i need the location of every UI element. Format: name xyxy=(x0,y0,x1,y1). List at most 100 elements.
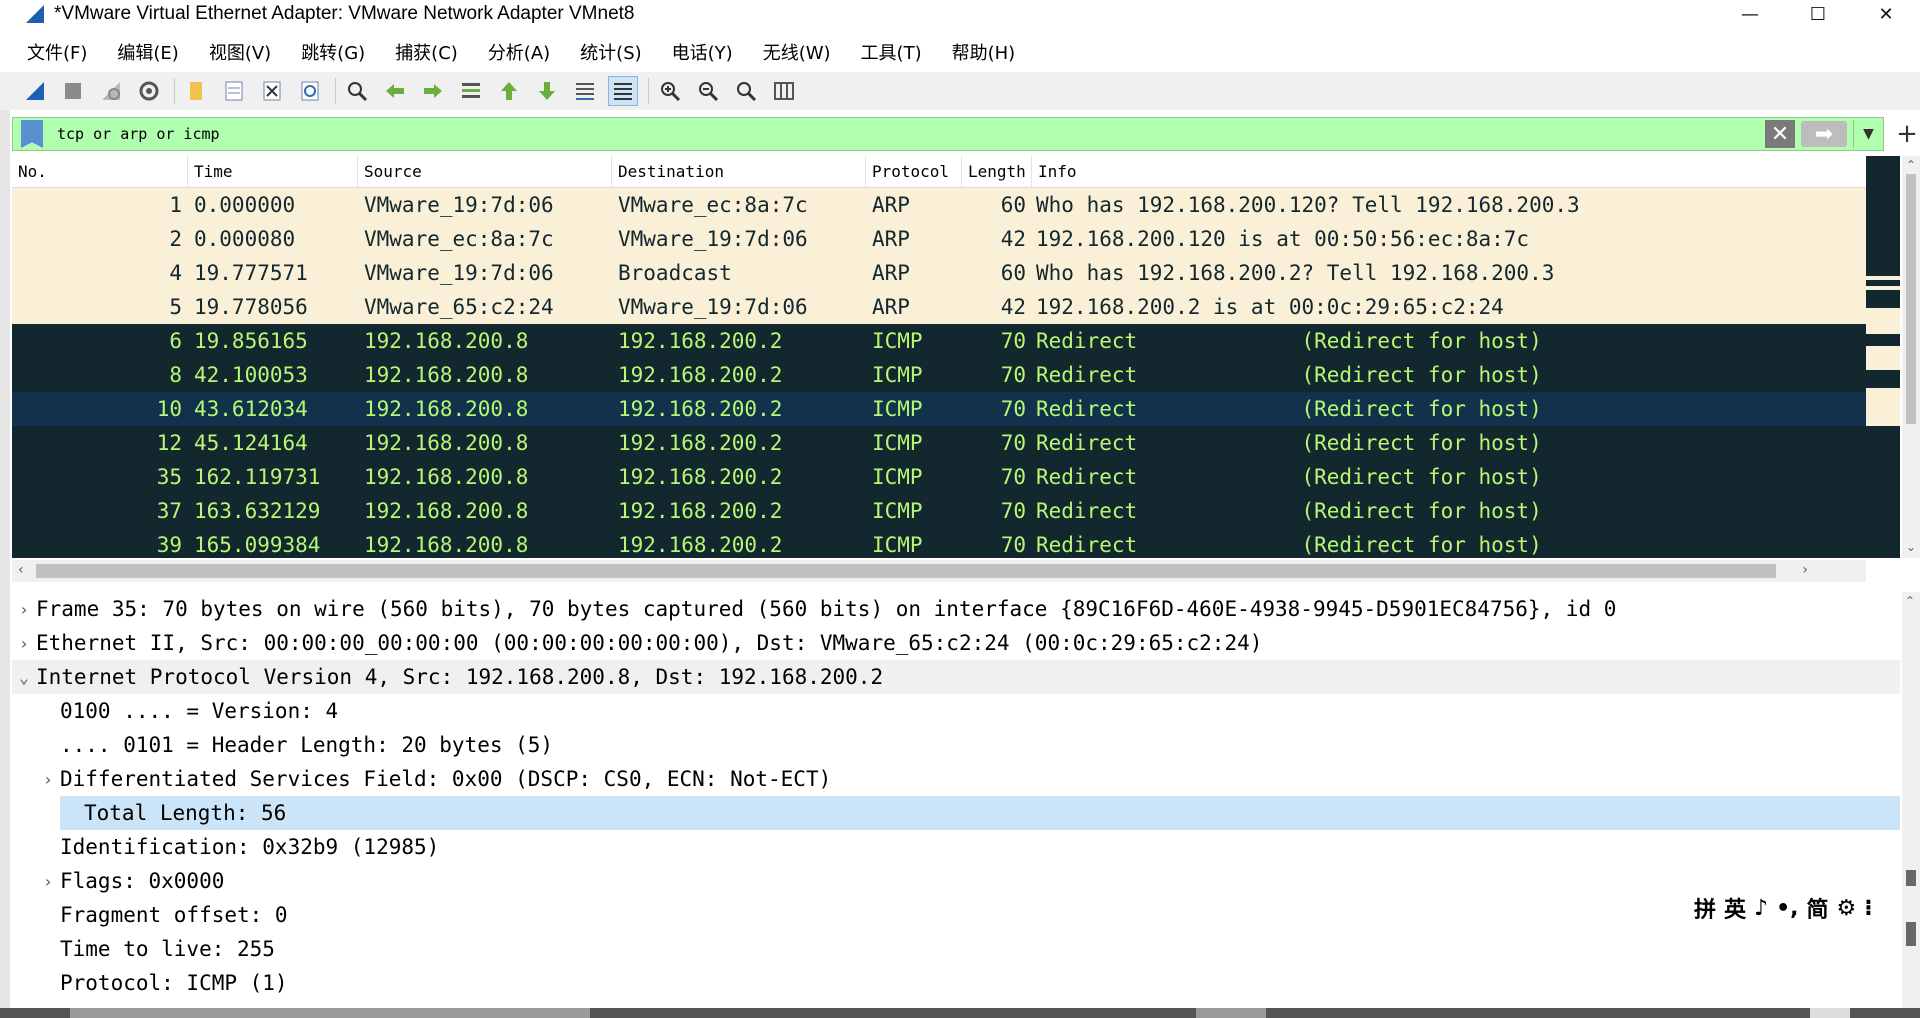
go-back-button[interactable] xyxy=(380,76,410,106)
packet-row[interactable]: 37 163.632129 192.168.200.8 192.168.200.2 IC… xyxy=(12,494,1866,528)
packet-row[interactable]: 10 43.612034 192.168.200.8 192.168.200.2 ICM… xyxy=(12,392,1866,426)
chevron-right-icon[interactable]: › xyxy=(12,600,36,619)
go-to-packet-button[interactable] xyxy=(456,76,486,106)
zoom-in-button[interactable] xyxy=(655,76,685,106)
column-header-protocol[interactable]: Protocol xyxy=(866,156,962,188)
apply-filter-button[interactable]: ➡ xyxy=(1801,121,1847,147)
scrollbar-thumb[interactable] xyxy=(1906,870,1916,886)
detail-row[interactable]: 0100 .... = Version: 4 xyxy=(12,694,1900,728)
packet-row[interactable]: 4 19.777571 VMware_19:7d:06 Broadcast ARP 60 W… xyxy=(12,256,1866,290)
last-packet-button[interactable] xyxy=(532,76,562,106)
menu-edit[interactable]: 编辑(E) xyxy=(117,39,178,65)
column-header-info[interactable]: Info xyxy=(1032,156,1866,188)
packet-list-vertical-scrollbar[interactable]: ⌃ ⌄ xyxy=(1902,156,1920,558)
ime-pinyin-icon[interactable]: 拼 xyxy=(1694,892,1716,924)
status-segment xyxy=(1810,1008,1850,1018)
detail-row[interactable]: Protocol: ICMP (1) xyxy=(12,966,1900,1000)
zoom-out-button[interactable] xyxy=(693,76,723,106)
ime-moon-icon[interactable]: ♪ xyxy=(1754,896,1768,921)
scroll-up-icon[interactable]: ⌃ xyxy=(1902,158,1920,174)
restart-capture-button[interactable] xyxy=(96,76,126,106)
packet-row[interactable]: 2 0.000080 VMware_ec:8a:7c VMware_19:7d:06 A… xyxy=(12,222,1866,256)
open-file-button[interactable] xyxy=(181,76,211,106)
column-header-no[interactable]: No. xyxy=(12,156,188,188)
menu-statistics[interactable]: 统计(S) xyxy=(580,39,641,65)
packet-row[interactable]: 6 19.856165 192.168.200.8 192.168.200.2 ICMP… xyxy=(12,324,1866,358)
scroll-left-icon[interactable]: ‹ xyxy=(18,562,24,578)
chevron-down-icon[interactable]: ⌄ xyxy=(12,668,36,687)
ime-punctuation-icon[interactable]: •, xyxy=(1776,896,1798,921)
close-button[interactable]: ✕ xyxy=(1852,0,1920,28)
column-header-destination[interactable]: Destination xyxy=(612,156,866,188)
menu-wireless[interactable]: 无线(W) xyxy=(763,39,831,65)
add-filter-button[interactable]: + xyxy=(1894,117,1920,151)
detail-row[interactable]: › Frame 35: 70 bytes on wire (560 bits), … xyxy=(12,592,1900,626)
chevron-right-icon[interactable]: › xyxy=(12,634,36,653)
packet-list-horizontal-scrollbar[interactable]: ‹ › xyxy=(12,560,1866,582)
capture-options-button[interactable] xyxy=(134,76,164,106)
first-packet-button[interactable] xyxy=(494,76,524,106)
detail-row[interactable]: Identification: 0x32b9 (12985) xyxy=(12,830,1900,864)
maximize-button[interactable]: ☐ xyxy=(1784,0,1852,28)
autoscroll-button[interactable] xyxy=(570,76,600,106)
detail-row[interactable]: .... 0101 = Header Length: 20 bytes (5) xyxy=(12,728,1900,762)
detail-row[interactable]: › Differentiated Services Field: 0x00 (DS… xyxy=(12,762,1900,796)
packet-row[interactable]: 8 42.100053 192.168.200.8 192.168.200.2 ICMP… xyxy=(12,358,1866,392)
packet-list-minimap[interactable] xyxy=(1866,156,1900,558)
packet-row[interactable]: 12 45.124164 192.168.200.8 192.168.200.2 ICM… xyxy=(12,426,1866,460)
start-capture-button[interactable] xyxy=(20,76,50,106)
go-forward-button[interactable] xyxy=(418,76,448,106)
ime-settings-icon[interactable]: ⚙ xyxy=(1837,896,1857,921)
colorize-lines-icon xyxy=(614,83,632,100)
column-header-time[interactable]: Time xyxy=(188,156,358,188)
ime-english-icon[interactable]: 英 xyxy=(1724,892,1746,924)
filter-bookmark-icon[interactable] xyxy=(21,120,43,148)
detail-row[interactable]: Time to live: 255 xyxy=(12,932,1900,966)
menu-go[interactable]: 跳转(G) xyxy=(301,39,365,65)
resize-columns-button[interactable] xyxy=(769,76,799,106)
scroll-up-icon[interactable]: ⌃ xyxy=(1905,594,1915,608)
minimize-button[interactable]: — xyxy=(1716,0,1784,28)
detail-row[interactable]: Fragment offset: 0 xyxy=(12,898,1900,932)
column-header-source[interactable]: Source xyxy=(358,156,612,188)
packet-row[interactable]: 39 165.099384 192.168.200.8 192.168.200.2 IC… xyxy=(12,528,1866,558)
display-filter-input[interactable]: tcp or arp or icmp xyxy=(57,125,1765,143)
details-vertical-scrollbar[interactable]: ⌃ xyxy=(1902,592,1920,1012)
filter-history-dropdown[interactable]: ▼ xyxy=(1853,120,1883,148)
scrollbar-thumb[interactable] xyxy=(36,564,1776,578)
detail-row[interactable]: ⌄ Internet Protocol Version 4, Src: 192.1… xyxy=(12,660,1900,694)
menu-capture[interactable]: 捕获(C) xyxy=(395,39,458,65)
scroll-right-icon[interactable]: › xyxy=(1802,562,1808,578)
ime-more-icon[interactable]: ⁝ xyxy=(1864,896,1872,921)
detail-row[interactable]: › Ethernet II, Src: 00:00:00_00:00:00 (00… xyxy=(12,626,1900,660)
scrollbar-thumb[interactable] xyxy=(1906,922,1916,946)
stop-capture-button[interactable] xyxy=(58,76,88,106)
reload-file-button[interactable] xyxy=(295,76,325,106)
menu-telephony[interactable]: 电话(Y) xyxy=(672,39,733,65)
colorize-button[interactable] xyxy=(608,76,638,106)
packet-row[interactable]: 1 0.000000 VMware_19:7d:06 VMware_ec:8a:7c A… xyxy=(12,188,1866,222)
reload-icon xyxy=(301,81,319,101)
packet-row[interactable]: 5 19.778056 VMware_65:c2:24 VMware_19:7d:06… xyxy=(12,290,1866,324)
column-header-length[interactable]: Length xyxy=(962,156,1032,188)
clear-filter-button[interactable]: ✕ xyxy=(1765,120,1795,148)
chevron-right-icon[interactable]: › xyxy=(36,872,60,891)
save-file-button[interactable] xyxy=(219,76,249,106)
normal-size-button[interactable] xyxy=(731,76,761,106)
scrollbar-thumb[interactable] xyxy=(1906,174,1916,424)
menu-view[interactable]: 视图(V) xyxy=(209,39,271,65)
menu-tools[interactable]: 工具(T) xyxy=(861,39,922,65)
menu-help[interactable]: 帮助(H) xyxy=(952,39,1016,65)
menu-file[interactable]: 文件(F) xyxy=(27,39,87,65)
detail-row[interactable]: › Flags: 0x0000 xyxy=(12,864,1900,898)
menu-analyze[interactable]: 分析(A) xyxy=(488,39,550,65)
ime-simplified-icon[interactable]: 简 xyxy=(1807,892,1829,924)
close-file-button[interactable] xyxy=(257,76,287,106)
chevron-right-icon[interactable]: › xyxy=(36,770,60,789)
packet-row[interactable]: 35 162.119731 192.168.200.8 192.168.200.2 IC… xyxy=(12,460,1866,494)
wireshark-fin-icon xyxy=(26,5,44,23)
detail-text: Flags: 0x0000 xyxy=(60,869,225,893)
detail-row[interactable]: Total Length: 56 xyxy=(60,796,1900,830)
find-packet-button[interactable] xyxy=(342,76,372,106)
scroll-down-icon[interactable]: ⌄ xyxy=(1902,540,1920,556)
